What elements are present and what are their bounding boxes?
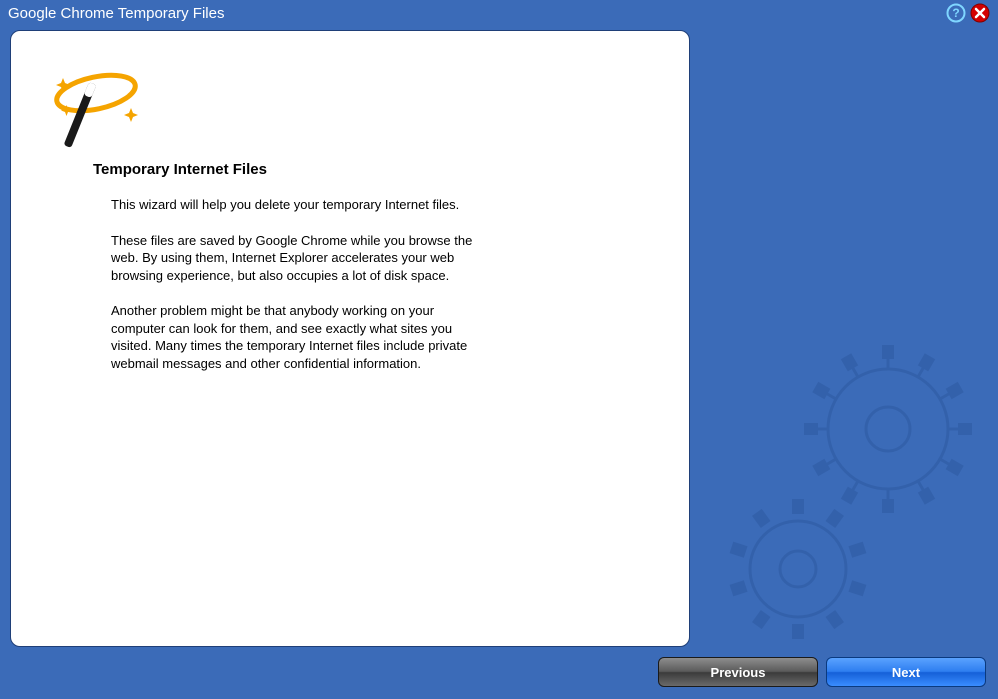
paragraph-3: Another problem might be that anybody wo… [111, 302, 481, 372]
svg-text:?: ? [952, 6, 959, 20]
close-button[interactable] [970, 3, 990, 23]
footer-buttons: Previous Next [658, 657, 986, 687]
previous-button[interactable]: Previous [658, 657, 818, 687]
next-button[interactable]: Next [826, 657, 986, 687]
title-bar: Google Chrome Temporary Files ? [0, 0, 998, 26]
window-title: Google Chrome Temporary Files [8, 5, 224, 22]
page-heading: Temporary Internet Files [93, 161, 667, 178]
gears-background-icon [698, 319, 998, 649]
previous-button-label: Previous [711, 665, 766, 680]
wizard-panel: Temporary Internet Files This wizard wil… [10, 30, 690, 647]
help-icon: ? [946, 3, 966, 23]
close-icon [970, 3, 990, 23]
next-button-label: Next [892, 665, 920, 680]
wizard-wand-icon [41, 53, 151, 153]
paragraph-2: These files are saved by Google Chrome w… [111, 232, 481, 285]
paragraph-1: This wizard will help you delete your te… [111, 196, 481, 214]
help-button[interactable]: ? [946, 3, 966, 23]
